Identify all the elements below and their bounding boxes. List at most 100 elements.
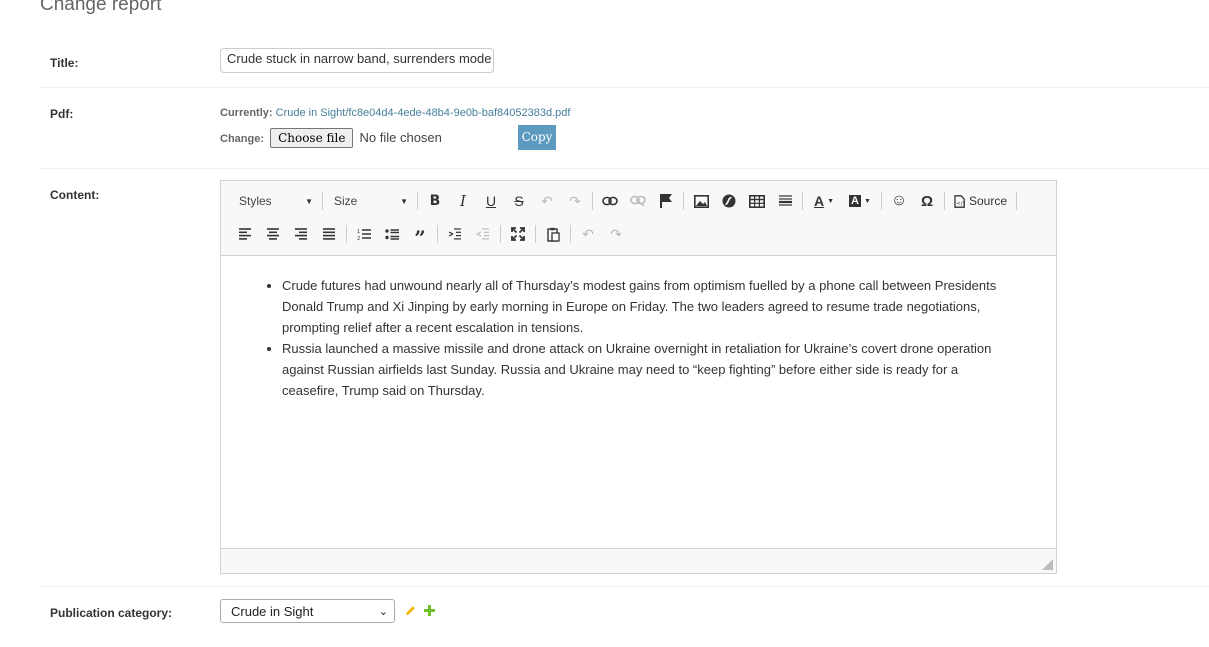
quote-icon: ” (414, 226, 426, 250)
outdent-button[interactable] (469, 222, 497, 246)
current-file-link[interactable]: Crude in Sight/fc8e04d4-4ede-48b4-9e0b-b… (276, 107, 571, 119)
editor-toolbar: Styles ▼ Size ▼ B I U S ↶ ↷ A ▼ A ▼ ☺ Ω … (221, 181, 1056, 256)
change-label: Change: (220, 133, 264, 145)
table-button[interactable] (743, 189, 771, 213)
editor-content-area[interactable]: Crude futures had unwound nearly all of … (221, 256, 1056, 548)
redo-icon: ↷ (610, 225, 622, 242)
svg-text:</>: </> (956, 201, 965, 207)
outdent-icon (476, 228, 489, 240)
omega-icon: Ω (920, 192, 934, 210)
publication-category-actions (405, 605, 435, 616)
undo-button-2[interactable]: ↶ (574, 222, 602, 246)
toolbar-separator (322, 192, 323, 210)
plus-icon[interactable] (424, 605, 435, 616)
bold-icon: B (429, 193, 441, 209)
toolbar-separator (346, 225, 347, 243)
toolbar-row-2: 12 ” ↶ ↷ (231, 221, 630, 250)
align-center-button[interactable] (259, 222, 287, 246)
toolbar-separator (944, 192, 945, 210)
source-button[interactable]: </> Source (948, 189, 1013, 213)
underline-button[interactable]: U (477, 189, 505, 213)
undo-icon: ↶ (582, 225, 594, 242)
align-left-icon (239, 228, 251, 240)
unlink-icon (630, 195, 646, 207)
pencil-icon[interactable] (405, 605, 416, 616)
title-input[interactable]: Crude stuck in narrow band, surrenders m… (220, 48, 494, 73)
bold-button[interactable]: B (421, 189, 449, 213)
blockquote-button[interactable]: ” (406, 222, 434, 250)
redo-button-2[interactable]: ↷ (602, 222, 630, 246)
content-row: Content: Styles ▼ Size ▼ B I U S ↶ ↷ A ▼… (40, 169, 1209, 587)
background-color-button[interactable]: A ▼ (842, 189, 878, 213)
toolbar-separator (570, 225, 571, 243)
toolbar-separator (535, 225, 536, 243)
publication-category-row: Publication category: Crude in Sight ⌄ (40, 587, 1209, 647)
smiley-icon: ☺ (890, 192, 908, 209)
align-justify-icon (323, 228, 335, 240)
align-justify-button[interactable] (315, 222, 343, 246)
chevron-down-icon: ▼ (400, 196, 408, 206)
toolbar-separator (802, 192, 803, 210)
pdf-row: Pdf: Currently: Crude in Sight/fc8e04d4-… (40, 88, 1209, 169)
numbered-list-button[interactable]: 12 (350, 222, 378, 246)
size-dropdown[interactable]: Size ▼ (326, 190, 414, 212)
bulleted-list-button[interactable] (378, 222, 406, 246)
title-label: Title: (50, 56, 79, 70)
undo-button[interactable]: ↶ (533, 189, 561, 213)
bulleted-list-icon (384, 228, 399, 240)
unlink-button[interactable] (624, 189, 652, 213)
flash-button[interactable] (715, 189, 743, 213)
current-file-line: Currently: Crude in Sight/fc8e04d4-4ede-… (220, 107, 570, 119)
toolbar-separator (437, 225, 438, 243)
svg-text:1: 1 (357, 229, 360, 235)
svg-text:2: 2 (357, 236, 360, 241)
paste-button[interactable] (539, 222, 567, 246)
toolbar-separator (592, 192, 593, 210)
copy-button[interactable]: Copy (518, 125, 556, 150)
toolbar-separator (1016, 192, 1018, 210)
indent-icon (448, 228, 461, 240)
italic-button[interactable]: I (449, 189, 477, 213)
page-title: Change report (40, 0, 162, 15)
styles-label: Styles (239, 194, 272, 208)
image-button[interactable] (687, 189, 715, 213)
image-icon (693, 194, 709, 208)
link-button[interactable] (596, 189, 624, 213)
source-icon: </> (954, 194, 965, 208)
undo-icon: ↶ (541, 192, 553, 209)
align-center-icon (267, 228, 279, 240)
toolbar-row-1: Styles ▼ Size ▼ B I U S ↶ ↷ A ▼ A ▼ ☺ Ω … (231, 188, 1020, 214)
horizontal-rule-button[interactable] (771, 189, 799, 213)
currently-label: Currently: (220, 107, 273, 119)
underline-icon: U (485, 193, 497, 209)
editor-status-bar (221, 548, 1056, 573)
anchor-button[interactable] (652, 189, 680, 213)
special-char-button[interactable]: Ω (913, 189, 941, 213)
list-item: Russia launched a massive missile and dr… (282, 338, 1016, 401)
redo-button[interactable]: ↷ (561, 189, 589, 213)
background-color-icon: A (849, 195, 861, 207)
paste-icon (546, 227, 560, 242)
change-file-line: Change: Choose file No file chosen (220, 128, 442, 148)
align-right-button[interactable] (287, 222, 315, 246)
strikethrough-button[interactable]: S (505, 189, 533, 213)
chevron-down-icon: ⌄ (378, 605, 388, 618)
pdf-label: Pdf: (50, 107, 74, 121)
text-color-button[interactable]: A ▼ (806, 189, 842, 213)
publication-category-value: Crude in Sight (231, 603, 314, 619)
align-right-icon (295, 228, 307, 240)
maximize-icon (511, 227, 525, 241)
source-label: Source (969, 194, 1008, 208)
smiley-button[interactable]: ☺ (885, 189, 913, 213)
content-bullet-list: Crude futures had unwound nearly all of … (241, 275, 1016, 401)
maximize-button[interactable] (504, 222, 532, 246)
styles-dropdown[interactable]: Styles ▼ (231, 190, 319, 212)
indent-button[interactable] (441, 222, 469, 246)
horizontal-rule-icon (778, 195, 792, 206)
choose-file-button[interactable]: Choose file (270, 128, 354, 148)
resize-handle-icon[interactable] (1042, 559, 1053, 570)
redo-icon: ↷ (569, 192, 581, 209)
align-left-button[interactable] (231, 222, 259, 246)
title-row: Title: Crude stuck in narrow band, surre… (40, 40, 1209, 88)
publication-category-select[interactable]: Crude in Sight ⌄ (220, 599, 395, 623)
